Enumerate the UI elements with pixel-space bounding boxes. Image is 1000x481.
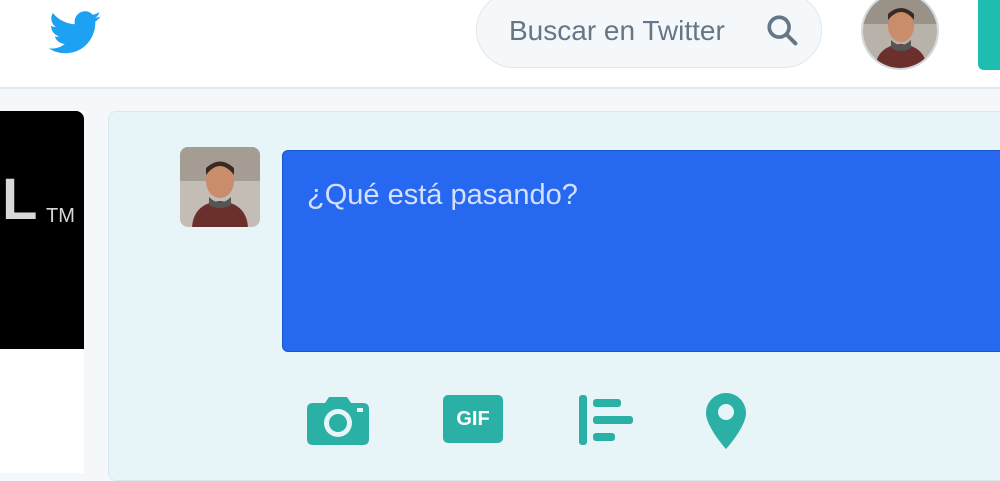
camera-icon[interactable] xyxy=(307,395,369,445)
composer-avatar xyxy=(180,147,260,227)
avatar-photo xyxy=(180,147,260,227)
banner-letter: L xyxy=(2,167,38,232)
user-avatar[interactable] xyxy=(861,0,939,70)
profile-card: L TM xyxy=(0,111,84,473)
search-icon[interactable] xyxy=(765,13,799,47)
search-input[interactable]: Buscar en Twitter xyxy=(509,15,725,47)
profile-banner: L TM xyxy=(0,111,84,349)
compose-placeholder: ¿Qué está pasando? xyxy=(307,179,578,211)
tweet-composer: ¿Qué está pasando? GIF xyxy=(108,111,1000,481)
tweet-button[interactable] xyxy=(978,0,1000,70)
banner-trademark: TM xyxy=(46,205,75,227)
top-navigation-bar: Buscar en Twitter xyxy=(0,0,1000,89)
gif-icon[interactable]: GIF xyxy=(443,395,505,445)
poll-icon[interactable] xyxy=(579,395,635,445)
compose-textarea[interactable]: ¿Qué está pasando? xyxy=(282,150,1000,352)
gif-label: GIF xyxy=(443,395,503,443)
search-bar[interactable]: Buscar en Twitter xyxy=(476,0,822,68)
twitter-bird-icon[interactable] xyxy=(49,11,102,55)
location-pin-icon[interactable] xyxy=(706,393,746,449)
avatar-photo xyxy=(863,0,937,68)
